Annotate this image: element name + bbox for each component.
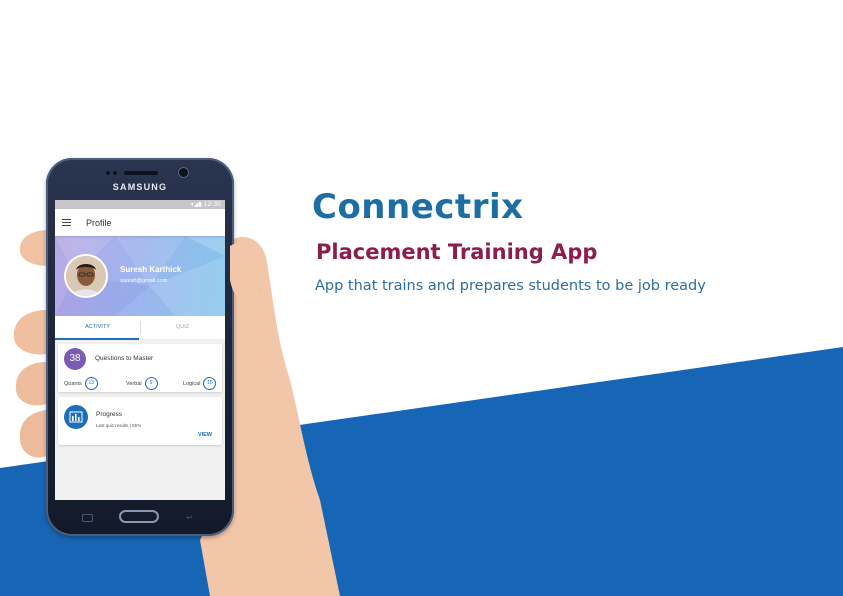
profile-header: Suresh Karthick suresh@gmail.com (55, 236, 225, 316)
app-tagline: App that trains and prepares students to… (315, 278, 706, 294)
avatar-photo (66, 256, 106, 296)
front-camera (179, 168, 188, 177)
app-subtitle: Placement Training App (316, 240, 598, 264)
hamburger-menu-icon[interactable] (62, 219, 71, 226)
questions-card[interactable]: 38 Questions to Master Quants 13 Verbal … (58, 344, 222, 392)
tab-activity[interactable]: ACTIVITY (55, 316, 140, 339)
stat-count: 13 (84, 377, 98, 390)
app-title: Connectrix (312, 187, 524, 227)
home-button[interactable] (119, 510, 159, 523)
wifi-icon: ▾◢▮ (190, 201, 204, 208)
stat-label: Verbal (126, 380, 142, 387)
stat-count: 16 (203, 377, 217, 390)
phone-top-bezel: SAMSUNG (46, 158, 234, 204)
active-tab-indicator (55, 338, 139, 340)
app-toolbar: Profile (55, 209, 225, 236)
progress-card[interactable]: Progress Last quiz results | 65% VIEW (58, 397, 222, 445)
stat-label: Logical (183, 380, 201, 387)
tab-quiz[interactable]: QUIZ (140, 316, 225, 339)
earpiece-speaker (124, 171, 158, 175)
sensor-dot (106, 171, 110, 175)
questions-count-badge: 38 (64, 348, 86, 370)
profile-tabs: ACTIVITY QUIZ (55, 316, 225, 340)
toolbar-title: Profile (86, 217, 112, 228)
stat-quants[interactable]: Quants 13 (64, 377, 98, 390)
status-bar: ▾◢▮ 12:30 (55, 200, 225, 209)
stat-label: Quants (64, 380, 82, 387)
smartphone: SAMSUNG ▾◢▮ 12:30 Profile Suresh Karthic… (46, 158, 234, 536)
bar-chart-icon (64, 405, 88, 429)
progress-subtitle: Last quiz results | 65% (96, 423, 142, 428)
stat-logical[interactable]: Logical 16 (183, 377, 217, 390)
progress-title: Progress (96, 411, 123, 418)
activity-content: 38 Questions to Master Quants 13 Verbal … (55, 340, 225, 500)
phone-nav-keys: ↩ (46, 504, 234, 532)
back-key-icon[interactable]: ↩ (186, 513, 193, 522)
recent-apps-key[interactable] (82, 514, 93, 522)
profile-name: Suresh Karthick (120, 265, 182, 274)
view-progress-button[interactable]: VIEW (198, 432, 212, 438)
stat-verbal[interactable]: Verbal 9 (126, 377, 158, 390)
stat-count: 9 (144, 377, 158, 390)
sensor-dot (113, 171, 117, 175)
status-time: 12:30 (203, 201, 221, 208)
tab-divider (140, 321, 141, 334)
phone-brand-label: SAMSUNG (112, 182, 168, 192)
profile-email: suresh@gmail.com (120, 278, 168, 284)
avatar[interactable] (64, 254, 108, 298)
phone-screen: ▾◢▮ 12:30 Profile Suresh Karthick suresh… (55, 200, 225, 500)
questions-card-title: Questions to Master (95, 355, 154, 362)
